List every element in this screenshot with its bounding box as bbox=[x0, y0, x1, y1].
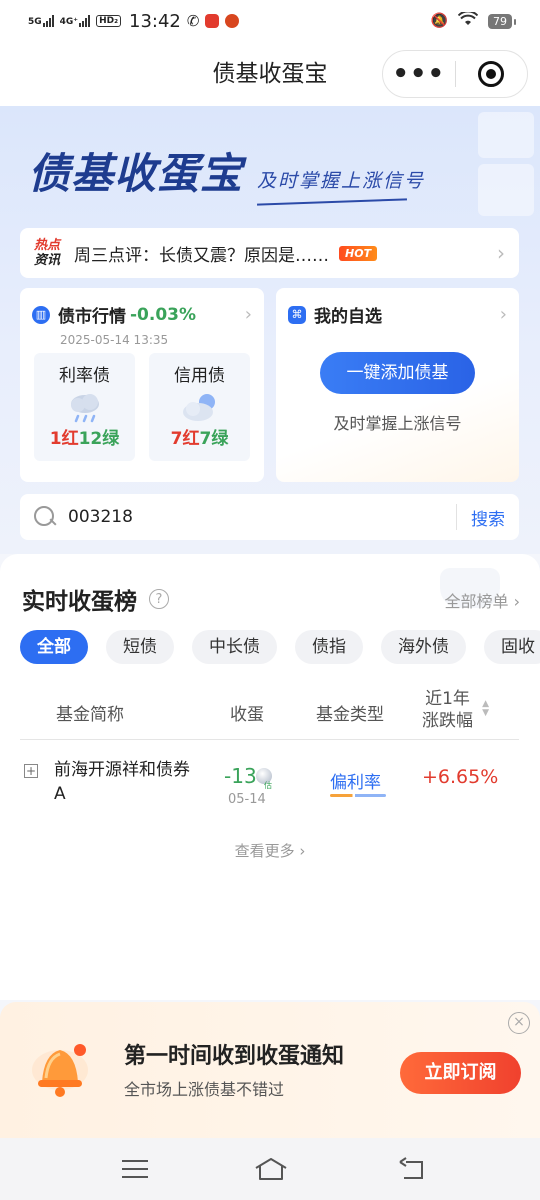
recent-apps-button[interactable] bbox=[122, 1160, 148, 1184]
credit-bond-card[interactable]: 信用债 7红7绿 bbox=[149, 353, 250, 461]
col-fund-type: 基金类型 bbox=[316, 705, 384, 725]
rain-cloud-icon bbox=[64, 392, 106, 423]
bell-icon bbox=[22, 1028, 100, 1106]
sort-icon[interactable]: ▲ ▼ bbox=[482, 700, 489, 718]
rate-bond-green: 12绿 bbox=[78, 429, 120, 449]
add-bond-funds-button[interactable]: 一键添加债基 bbox=[320, 352, 475, 394]
app-notification-icon bbox=[205, 14, 220, 28]
estimate-badge: 估 bbox=[264, 781, 272, 790]
market-title: 债市行情 bbox=[58, 307, 126, 327]
market-card[interactable]: ▥ 债市行情 -0.03% › 2025-05-14 13:35 利率债 1红1… bbox=[20, 288, 264, 482]
subscribe-subtitle: 全市场上涨债基不错过 bbox=[124, 1080, 285, 1099]
app-notification-icon-2 bbox=[225, 14, 240, 28]
rate-bond-title: 利率债 bbox=[59, 366, 110, 386]
credit-bond-red: 7红 bbox=[170, 429, 200, 449]
fund-type: 偏利率 bbox=[330, 773, 381, 793]
see-more-link[interactable]: 查看更多 › bbox=[0, 840, 540, 861]
help-icon[interactable]: ? bbox=[149, 589, 169, 609]
news-bar[interactable]: 热点 资讯 周三点评：长债又震？原因是…… HOT › bbox=[20, 228, 519, 278]
mute-icon: 🔕 bbox=[430, 13, 448, 29]
brand-tagline: 及时掌握上涨信号 bbox=[257, 166, 425, 193]
search-icon bbox=[34, 506, 56, 528]
clock: 13:42 bbox=[129, 10, 181, 32]
back-button[interactable] bbox=[398, 1156, 426, 1186]
search-input[interactable] bbox=[68, 507, 428, 527]
credit-bond-green: 7绿 bbox=[199, 429, 229, 449]
egg-count: -13 bbox=[224, 764, 257, 788]
signal-5g-icon: 5G bbox=[28, 15, 54, 27]
cloudy-moon-icon bbox=[179, 392, 221, 422]
news-headline: 周三点评：长债又震？原因是…… bbox=[74, 245, 330, 266]
hd-voice-icon: HD₂ bbox=[96, 15, 122, 27]
wifi-icon bbox=[457, 10, 479, 31]
fund-type-bar bbox=[330, 794, 386, 797]
col-eggs: 收蛋 bbox=[230, 705, 264, 725]
tab-bond-index[interactable]: 债指 bbox=[295, 630, 363, 664]
chevron-right-icon: › bbox=[244, 304, 252, 325]
subscribe-title: 第一时间收到收蛋通知 bbox=[124, 1044, 345, 1069]
table-header: 基金简称 收蛋 基金类型 近1年 涨跌幅 ▲ ▼ bbox=[20, 684, 519, 740]
watchlist-card[interactable]: ⌘ 我的自选 › 一键添加债基 及时掌握上涨信号 bbox=[276, 288, 519, 482]
col-year-change[interactable]: 近1年 涨跌幅 bbox=[422, 688, 473, 732]
rate-bond-red: 1红 bbox=[49, 429, 79, 449]
chevron-right-icon: › bbox=[499, 304, 507, 325]
ranking-section: 实时收蛋榜 ? 全部榜单 › 全部 短债 中长债 债指 海外债 固收 基金简称 … bbox=[0, 554, 540, 1000]
hot-badge: HOT bbox=[339, 245, 378, 261]
status-bar: 5G 4G⁺ HD₂ 13:42 ✆ 🔕 79 bbox=[0, 0, 540, 42]
subscribe-button[interactable]: 立即订阅 bbox=[400, 1052, 521, 1094]
col-fund-name: 基金简称 bbox=[56, 705, 124, 725]
decorative-blocks bbox=[470, 106, 540, 236]
all-rankings-link[interactable]: 全部榜单 › bbox=[445, 588, 521, 612]
home-button[interactable] bbox=[254, 1156, 288, 1186]
subscribe-banner: 第一时间收到收蛋通知 全市场上涨债基不错过 立即订阅 × bbox=[0, 1002, 540, 1138]
hero-section: 债基收蛋宝 及时掌握上涨信号 热点 资讯 周三点评：长债又震？原因是…… HOT … bbox=[0, 106, 540, 554]
tab-mid-long-bond[interactable]: 中长债 bbox=[192, 630, 277, 664]
credit-bond-title: 信用债 bbox=[174, 366, 225, 386]
search-button[interactable]: 搜索 bbox=[457, 505, 519, 530]
watchlist-subtitle: 及时掌握上涨信号 bbox=[333, 414, 462, 433]
tab-all[interactable]: 全部 bbox=[20, 630, 88, 664]
chart-icon: ▥ bbox=[32, 305, 50, 324]
tab-short-bond[interactable]: 短债 bbox=[106, 630, 174, 664]
category-tabs: 全部 短债 中长债 债指 海外债 固收 bbox=[20, 630, 540, 664]
egg-date: 05-14 bbox=[228, 792, 266, 807]
nav-bar: 债基收蛋宝 ••• bbox=[0, 42, 540, 106]
add-to-watchlist-icon[interactable]: + bbox=[24, 764, 38, 778]
system-nav-bar bbox=[0, 1138, 540, 1200]
hot-news-tag: 热点 资讯 bbox=[34, 238, 61, 268]
brand-banner: 债基收蛋宝 及时掌握上涨信号 bbox=[28, 140, 425, 201]
phone-icon: ✆ bbox=[186, 12, 200, 30]
tab-overseas-bond[interactable]: 海外债 bbox=[381, 630, 466, 664]
watchlist-title: 我的自选 bbox=[314, 307, 382, 327]
market-change: -0.03% bbox=[130, 304, 197, 325]
year-change: +6.65% bbox=[422, 766, 499, 788]
chevron-right-icon: › bbox=[497, 241, 505, 265]
brand-logo: 债基收蛋宝 bbox=[28, 149, 244, 198]
search-bar[interactable]: 搜索 bbox=[20, 494, 519, 540]
close-icon[interactable]: × bbox=[508, 1012, 530, 1034]
fund-name: 前海开源祥和债券A bbox=[54, 760, 190, 804]
battery-icon: 79 bbox=[488, 13, 516, 29]
table-row[interactable]: + 前海开源祥和债券A -13 估 05-14 偏利率 +6.65% bbox=[20, 750, 519, 820]
ranking-title: 实时收蛋榜 bbox=[22, 589, 137, 615]
rate-bond-card[interactable]: 利率债 1红12绿 bbox=[34, 353, 135, 461]
more-button[interactable]: ••• bbox=[383, 54, 455, 94]
market-datetime: 2025-05-14 13:35 bbox=[60, 333, 169, 347]
target-icon bbox=[478, 61, 505, 87]
tab-fixed-income[interactable]: 固收 bbox=[484, 630, 540, 664]
signal-4g-icon: 4G⁺ bbox=[60, 15, 91, 27]
miniapp-capsule: ••• bbox=[382, 50, 528, 98]
close-miniapp-button[interactable] bbox=[456, 61, 528, 87]
bookmark-icon: ⌘ bbox=[288, 305, 306, 324]
